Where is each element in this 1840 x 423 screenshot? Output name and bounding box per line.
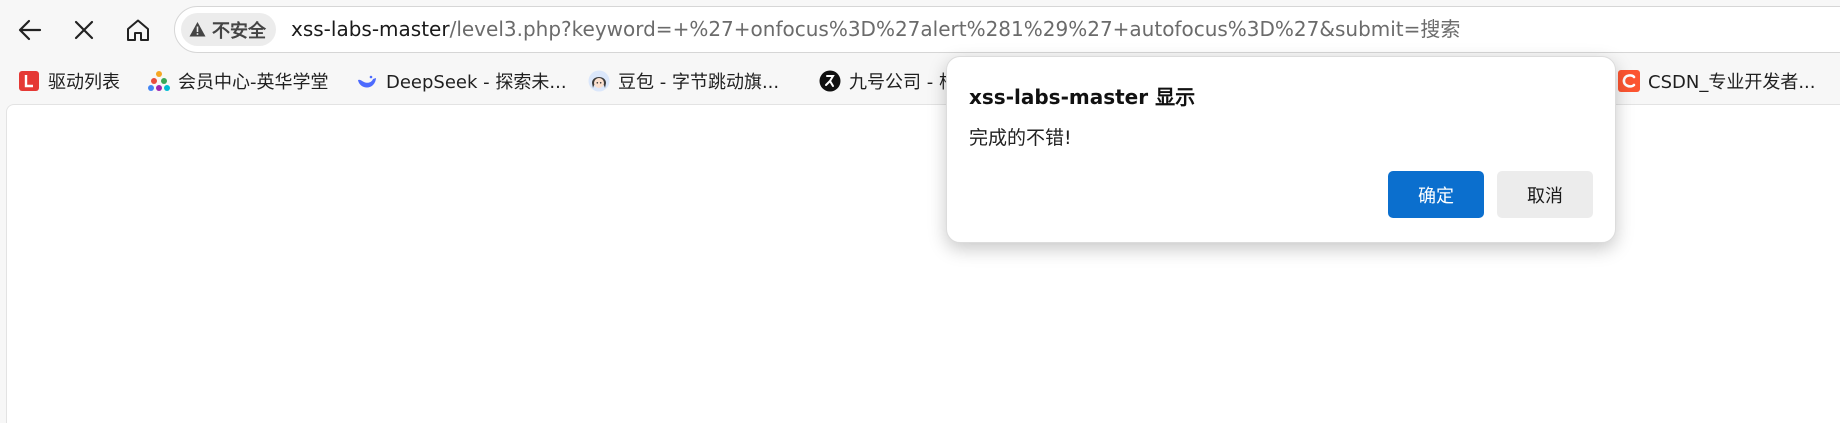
bookmark-label: 驱动列表 [48,72,120,93]
cancel-button[interactable]: 取消 [1497,171,1593,218]
url-text[interactable]: xss-labs-master/level3.php?keyword=+%27+… [291,7,1460,52]
whale-logo-icon [356,70,378,92]
home-button[interactable] [117,9,159,51]
bookmark-item[interactable]: 驱动列表 [18,62,120,100]
dialog-message: 完成的不错! [969,127,1072,149]
address-bar[interactable]: 不安全 xss-labs-master/level3.php?keyword=+… [174,6,1840,53]
bookmark-label: 会员中心-英华学堂 [178,72,329,93]
home-icon [127,19,149,41]
bookmark-label: CSDN_专业开发者... [1648,72,1816,93]
security-label: 不安全 [212,20,266,42]
url-host: xss-labs-master [291,17,450,41]
dialog-title: xss-labs-master 显示 [969,85,1196,109]
avatar-girl-icon [588,70,610,92]
browser-toolbar: 不安全 xss-labs-master/level3.php?keyword=+… [0,0,1840,60]
runner-logo-icon [819,70,841,92]
url-path: /level3.php?keyword=+%27+onfocus%3D%27al… [449,17,1461,41]
bookmark-label: DeepSeek - 探索未... [386,72,567,93]
csdn-c-logo-icon [1618,70,1640,92]
bookmark-label: 豆包 - 字节跳动旗... [618,72,780,93]
warning-triangle-icon [189,21,206,38]
bookmark-label: 九号公司 - 根 [849,72,957,93]
bookmark-item[interactable]: CSDN_专业开发者... [1618,62,1815,100]
arrow-left-icon [18,19,42,41]
bookmark-item[interactable]: DeepSeek - 探索未... [356,62,567,100]
colorful-triangle-logo-icon [148,70,170,92]
back-button[interactable] [9,9,51,51]
close-icon [74,20,94,40]
browser-window: 不安全 xss-labs-master/level3.php?keyword=+… [0,0,1840,423]
bookmark-item[interactable]: 会员中心-英华学堂 [148,62,329,100]
red-square-L-icon [18,70,40,92]
stop-loading-button[interactable] [63,9,105,51]
security-indicator[interactable]: 不安全 [181,13,276,46]
bookmark-item[interactable]: 九号公司 - 根 [819,62,957,100]
alert-dialog: xss-labs-master 显示 完成的不错! 确定 取消 [946,56,1616,243]
ok-button[interactable]: 确定 [1388,171,1484,218]
bookmark-item[interactable]: 豆包 - 字节跳动旗... [588,62,779,100]
